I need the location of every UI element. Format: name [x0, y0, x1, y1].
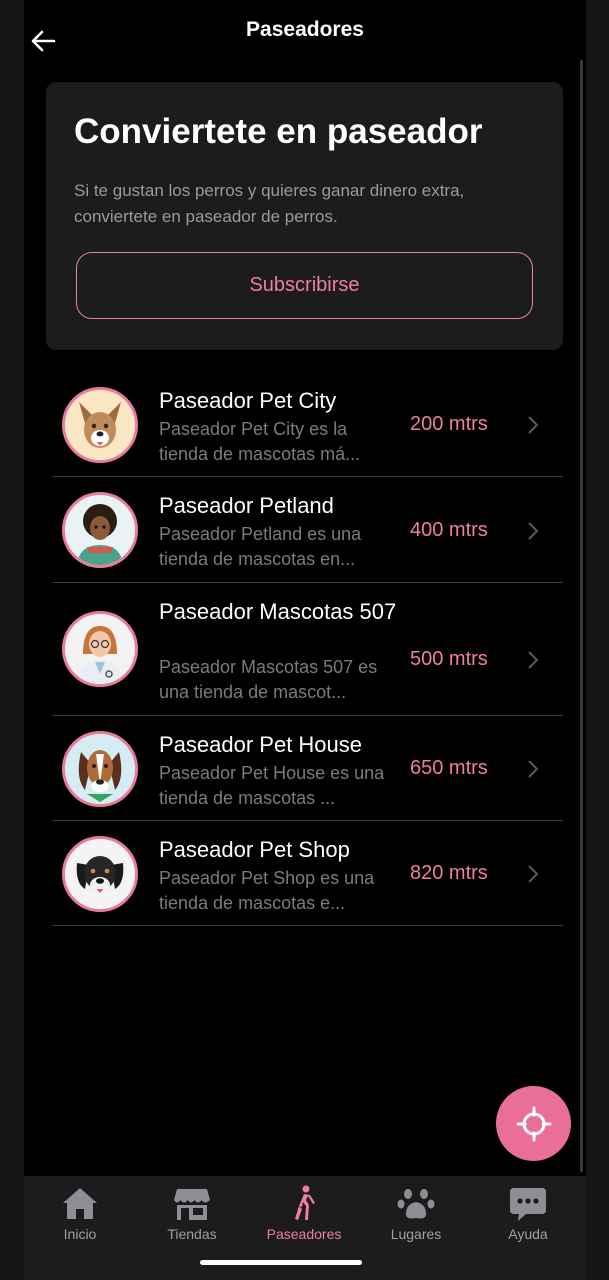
walker-distance: 650 mtrs	[410, 757, 488, 779]
promo-description: Si te gustan los perros y quieres ganar …	[74, 181, 465, 226]
paw-icon	[397, 1189, 435, 1219]
page-title: Paseadores	[246, 18, 364, 41]
walker-icon	[295, 1185, 315, 1220]
list-item[interactable]: Paseador Mascotas 507 Paseador Mascotas …	[52, 583, 563, 716]
crosshair-icon	[516, 1106, 551, 1141]
walker-name: Paseador Pet House	[159, 732, 363, 757]
home-indicator	[200, 1260, 362, 1265]
tab-label: Tiendas	[167, 1226, 217, 1242]
tab-label: Lugares	[390, 1226, 442, 1242]
tab-paseadores[interactable]: Paseadores	[248, 1176, 360, 1246]
dog-avatar-icon	[62, 387, 138, 463]
list-item[interactable]: Paseador Petland Paseador Petland es una…	[52, 477, 563, 583]
black-dog-avatar-icon	[62, 836, 138, 912]
walker-distance: 500 mtrs	[410, 648, 488, 670]
chevron-right-icon	[528, 416, 539, 434]
walker-list: Paseador Pet City Paseador Pet City es l…	[52, 372, 563, 926]
walker-description: Paseador Pet House es una tienda de masc…	[159, 763, 385, 808]
person-avatar-icon	[62, 492, 138, 568]
walker-description: Paseador Petland es una tienda de mascot…	[159, 524, 362, 569]
list-item[interactable]: Paseador Pet City Paseador Pet City es l…	[52, 372, 563, 477]
list-item[interactable]: Paseador Pet Shop Paseador Pet Shop es u…	[52, 821, 563, 926]
walker-name: Paseador Pet City	[159, 388, 337, 413]
scroll-indicator[interactable]	[580, 60, 583, 1172]
walker-distance: 400 mtrs	[410, 519, 488, 541]
walker-distance: 200 mtrs	[410, 413, 488, 435]
chat-icon	[510, 1188, 546, 1221]
promo-title: Conviertete en paseador	[74, 112, 483, 151]
store-icon	[174, 1189, 210, 1220]
walker-description: Paseador Pet Shop es una tienda de masco…	[159, 868, 375, 913]
basset-avatar-icon	[62, 731, 138, 807]
locate-button[interactable]	[496, 1086, 571, 1161]
chevron-right-icon	[528, 760, 539, 778]
list-item[interactable]: Paseador Pet House Paseador Pet House es…	[52, 716, 563, 821]
promo-card: Conviertete en paseador Si te gustan los…	[46, 82, 563, 350]
chevron-right-icon	[528, 865, 539, 883]
tab-label: Inicio	[63, 1226, 97, 1242]
header: Paseadores	[24, 0, 586, 62]
walker-distance: 820 mtrs	[410, 862, 488, 884]
walker-description: Paseador Mascotas 507 es una tienda de m…	[159, 657, 378, 702]
walker-name: Paseador Pet Shop	[159, 837, 350, 862]
tab-ayuda[interactable]: Ayuda	[472, 1176, 584, 1246]
subscribe-button[interactable]: Subscribirse	[76, 252, 533, 319]
vet-avatar-icon	[62, 611, 138, 687]
walker-name: Paseador Petland	[159, 493, 334, 518]
home-icon	[63, 1188, 97, 1219]
tab-tiendas[interactable]: Tiendas	[136, 1176, 248, 1246]
chevron-right-icon	[528, 522, 539, 540]
app-screen: Paseadores Conviertete en paseador Si te…	[24, 0, 586, 1280]
chevron-right-icon	[528, 651, 539, 669]
tab-label: Paseadores	[266, 1226, 342, 1242]
walker-name: Paseador Mascotas 507	[159, 599, 397, 624]
tab-label: Ayuda	[508, 1226, 548, 1242]
walker-description: Paseador Pet City es la tienda de mascot…	[159, 419, 361, 464]
tab-lugares[interactable]: Lugares	[360, 1176, 472, 1246]
tab-inicio[interactable]: Inicio	[24, 1176, 136, 1246]
